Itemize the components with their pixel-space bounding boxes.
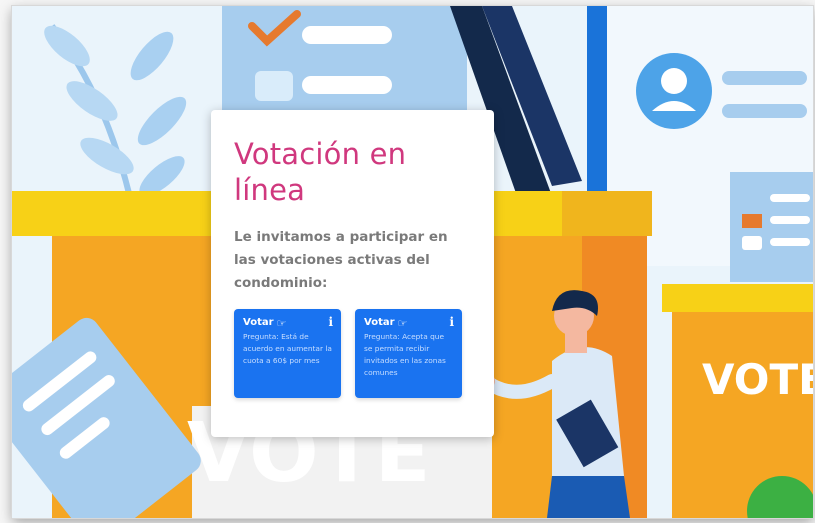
vote-card-1[interactable]: Votar ☞ i Pregunta: Está de acuerdo en a… [234,309,341,398]
pointing-hand-icon[interactable]: ☞ [277,318,287,329]
svg-text:VOTE: VOTE [702,355,813,404]
info-icon[interactable]: i [328,316,333,328]
ballot-box-right: VOTE [662,284,813,518]
vote-button-label[interactable]: Votar [243,317,274,329]
pointing-hand-icon[interactable]: ☞ [398,318,408,329]
page-title: Votación en línea [234,137,407,207]
vote-card-header: Votar ☞ [364,317,454,329]
vote-cards-list: Votar ☞ i Pregunta: Está de acuerdo en a… [234,309,471,398]
vote-button-label[interactable]: Votar [364,317,395,329]
vote-card-2[interactable]: Votar ☞ i Pregunta: Acepta que se permit… [355,309,462,398]
vote-question: Pregunta: Acepta que se permita recibir … [364,332,446,377]
checklist-top [222,6,467,126]
info-icon[interactable]: i [449,316,454,328]
vote-question: Pregunta: Está de acuerdo en aumentar la… [243,332,332,365]
page-subtitle: Le invitamos a participar en las votacio… [234,229,448,291]
small-checklist [730,172,813,282]
vote-card-header: Votar ☞ [243,317,333,329]
voting-card-content: Votación en línea Le invitamos a partici… [211,110,494,437]
